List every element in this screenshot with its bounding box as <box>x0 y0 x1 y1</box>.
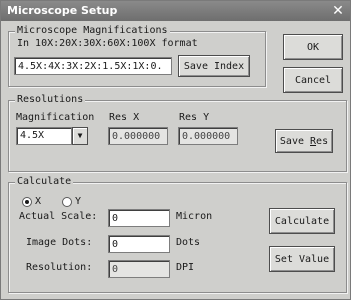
magnifications-legend: Microscope Magnifications <box>15 25 170 36</box>
save-res-label-text: Save <box>279 135 311 147</box>
set-value-button[interactable]: Set Value <box>269 246 335 272</box>
close-icon[interactable]: ✕ <box>330 3 346 19</box>
microscope-setup-dialog: Microscope Setup ✕ Microscope Magnificat… <box>0 0 351 300</box>
magnification-selected-value: 4.5X <box>16 127 72 145</box>
y-radio[interactable] <box>62 197 72 207</box>
res-y-field <box>178 127 238 145</box>
actual-scale-unit: Micron <box>176 211 213 222</box>
cancel-button[interactable]: Cancel <box>283 67 343 93</box>
x-radio[interactable] <box>22 197 32 207</box>
calculate-button[interactable]: Calculate <box>269 208 335 234</box>
magnifications-format-hint: In 10X:20X:30X:60X:100X format <box>17 38 198 49</box>
calculate-group: Calculate X Y Actual Scale: Micron Image… <box>8 176 347 293</box>
res-x-label: Res X <box>109 112 140 123</box>
window-title: Microscope Setup <box>7 4 118 17</box>
calculate-legend: Calculate <box>15 176 74 187</box>
ok-button[interactable]: OK <box>283 34 343 60</box>
resolution-field <box>108 260 170 278</box>
image-dots-unit: Dots <box>176 237 201 248</box>
save-index-button[interactable]: Save Index <box>178 55 250 77</box>
actual-scale-input[interactable] <box>108 209 170 227</box>
resolutions-group: Resolutions Magnification Res X Res Y 4.… <box>8 94 347 172</box>
save-res-button[interactable]: Save Res <box>275 129 333 153</box>
magnification-dropdown[interactable]: 4.5X ▼ <box>16 127 88 145</box>
res-y-label: Res Y <box>179 112 210 123</box>
image-dots-label: Image Dots: <box>26 237 93 248</box>
image-dots-input[interactable] <box>108 235 170 253</box>
magnifications-group: Microscope Magnifications In 10X:20X:30X… <box>8 25 266 87</box>
magnification-label: Magnification <box>16 112 95 123</box>
x-radio-label: X <box>35 196 42 207</box>
resolutions-legend: Resolutions <box>15 94 86 105</box>
title-bar[interactable]: Microscope Setup ✕ <box>1 1 350 21</box>
resolution-unit: DPI <box>176 262 195 273</box>
actual-scale-label: Actual Scale: <box>19 211 98 222</box>
resolution-label: Resolution: <box>26 262 93 273</box>
magnifications-input[interactable] <box>14 57 172 75</box>
y-radio-label: Y <box>75 196 82 207</box>
chevron-down-icon[interactable]: ▼ <box>72 127 88 145</box>
save-res-label-rest: es <box>316 135 329 147</box>
res-x-field <box>108 127 168 145</box>
